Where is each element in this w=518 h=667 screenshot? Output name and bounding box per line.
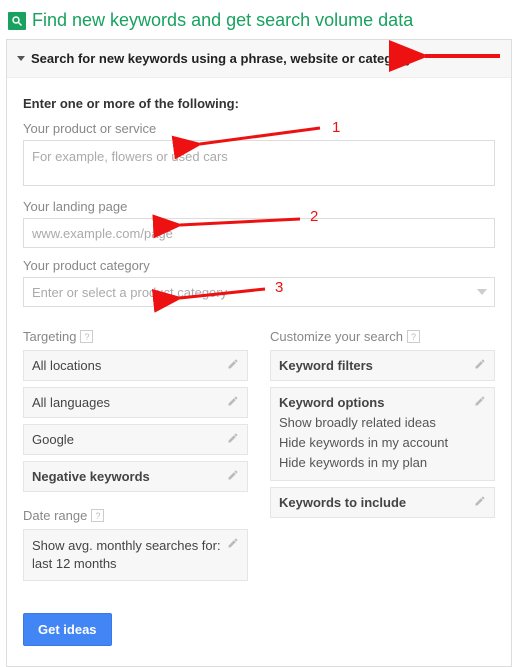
form-body: Enter one or more of the following: Your… bbox=[7, 78, 511, 666]
right-column: Customize your search ? Keyword filters … bbox=[270, 329, 495, 587]
negative-keywords[interactable]: Negative keywords bbox=[23, 461, 248, 492]
help-icon[interactable]: ? bbox=[80, 330, 93, 343]
page-title: Find new keywords and get search volume … bbox=[32, 10, 413, 31]
get-ideas-button[interactable]: Get ideas bbox=[23, 613, 112, 646]
accordion-search-keywords[interactable]: Search for new keywords using a phrase, … bbox=[7, 40, 511, 78]
keyword-options[interactable]: Keyword options Show broadly related ide… bbox=[270, 387, 495, 481]
search-icon bbox=[8, 12, 26, 30]
keyword-panel: Search for new keywords using a phrase, … bbox=[6, 39, 512, 667]
caret-down-icon bbox=[17, 56, 25, 61]
edit-icon bbox=[474, 358, 486, 373]
accordion-title: Search for new keywords using a phrase, … bbox=[31, 51, 412, 66]
product-label: Your product or service bbox=[23, 121, 495, 136]
targeting-network[interactable]: Google bbox=[23, 424, 248, 455]
keywords-to-include[interactable]: Keywords to include bbox=[270, 487, 495, 518]
landing-label: Your landing page bbox=[23, 199, 495, 214]
daterange-heading: Date range ? bbox=[23, 508, 248, 523]
date-range-chip[interactable]: Show avg. monthly searches for: last 12 … bbox=[23, 529, 248, 581]
customize-heading: Customize your search ? bbox=[270, 329, 495, 344]
landing-page-input[interactable] bbox=[23, 218, 495, 248]
edit-icon bbox=[227, 358, 239, 373]
section-prompt: Enter one or more of the following: bbox=[23, 96, 495, 111]
edit-icon bbox=[474, 495, 486, 510]
edit-icon bbox=[227, 469, 239, 484]
help-icon[interactable]: ? bbox=[91, 509, 104, 522]
product-input[interactable] bbox=[23, 140, 495, 186]
help-icon[interactable]: ? bbox=[407, 330, 420, 343]
edit-icon bbox=[227, 537, 239, 552]
edit-icon bbox=[227, 395, 239, 410]
left-column: Targeting ? All locations All languages … bbox=[23, 329, 248, 587]
page-header: Find new keywords and get search volume … bbox=[0, 0, 518, 39]
edit-icon bbox=[227, 432, 239, 447]
targeting-locations[interactable]: All locations bbox=[23, 350, 248, 381]
keyword-filters[interactable]: Keyword filters bbox=[270, 350, 495, 381]
category-label: Your product category bbox=[23, 258, 495, 273]
targeting-heading: Targeting ? bbox=[23, 329, 248, 344]
edit-icon bbox=[474, 395, 486, 410]
product-category-select[interactable] bbox=[23, 277, 495, 307]
targeting-languages[interactable]: All languages bbox=[23, 387, 248, 418]
